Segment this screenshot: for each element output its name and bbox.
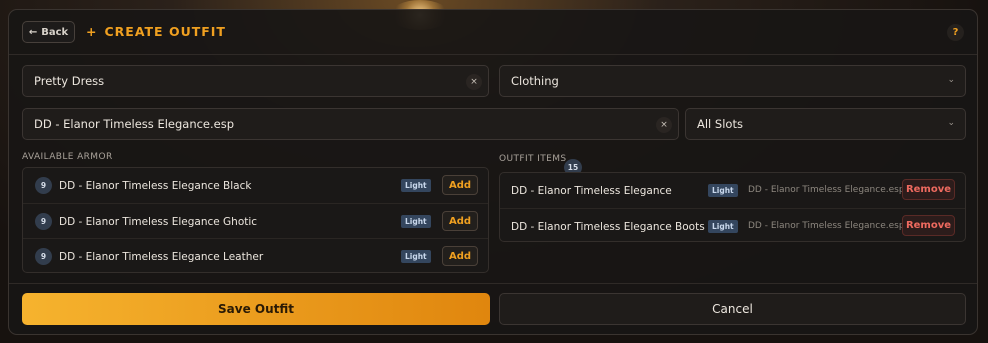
back-button-label: Back bbox=[41, 26, 69, 38]
armor-type-tag: Light bbox=[401, 215, 431, 228]
item-badge: 9 bbox=[35, 213, 52, 230]
arrow-left-icon: ← bbox=[28, 26, 38, 38]
plus-icon: + bbox=[86, 24, 98, 39]
list-item: DD - Elanor Timeless Elegance Light DD -… bbox=[500, 173, 965, 208]
item-name: DD - Elanor Timeless Elegance bbox=[511, 184, 672, 197]
item-source: DD - Elanor Timeless Elegance.esp bbox=[748, 221, 905, 231]
help-button[interactable]: ? bbox=[947, 24, 964, 41]
add-button[interactable]: Add bbox=[442, 175, 478, 195]
category-select[interactable]: Clothing ⌄ bbox=[499, 65, 966, 97]
footer-divider bbox=[9, 283, 977, 284]
outfit-items-list: DD - Elanor Timeless Elegance Light DD -… bbox=[499, 172, 966, 242]
list-item: DD - Elanor Timeless Elegance Boots Ligh… bbox=[500, 208, 965, 244]
armor-type-tag: Light bbox=[401, 250, 431, 263]
armor-type-tag: Light bbox=[401, 179, 431, 192]
chevron-down-icon: ⌄ bbox=[947, 75, 955, 85]
outfit-name-field[interactable]: Pretty Dress × bbox=[22, 65, 489, 97]
item-name: DD - Elanor Timeless Elegance Leather bbox=[59, 250, 264, 263]
dialog-title-text: CREATE OUTFIT bbox=[104, 24, 226, 39]
dialog-header: ← Back + CREATE OUTFIT ? bbox=[9, 10, 977, 55]
outfit-items-label: OUTFIT ITEMS bbox=[499, 154, 567, 164]
armor-type-tag: Light bbox=[708, 184, 738, 197]
chevron-down-icon: ⌄ bbox=[947, 118, 955, 128]
back-button[interactable]: ← Back bbox=[22, 21, 75, 43]
remove-button[interactable]: Remove bbox=[902, 179, 955, 200]
item-name: DD - Elanor Timeless Elegance Black bbox=[59, 179, 252, 192]
add-button[interactable]: Add bbox=[442, 246, 478, 266]
plugin-filter-field[interactable]: DD - Elanor Timeless Elegance.esp × bbox=[22, 108, 679, 140]
list-item: 9 DD - Elanor Timeless Elegance Black Li… bbox=[23, 168, 488, 203]
item-source: DD - Elanor Timeless Elegance.esp bbox=[748, 185, 905, 195]
list-item: 9 DD - Elanor Timeless Elegance Ghotic L… bbox=[23, 203, 488, 239]
item-badge: 9 bbox=[35, 177, 52, 194]
available-armor-label: AVAILABLE ARMOR bbox=[22, 152, 113, 162]
list-item: 9 DD - Elanor Timeless Elegance Leather … bbox=[23, 238, 488, 274]
dialog-title: + CREATE OUTFIT bbox=[86, 24, 226, 39]
save-outfit-button[interactable]: Save Outfit bbox=[22, 293, 490, 325]
outfit-name-value: Pretty Dress bbox=[34, 74, 105, 88]
item-badge: 9 bbox=[35, 248, 52, 265]
slot-filter-select[interactable]: All Slots ⌄ bbox=[685, 108, 966, 140]
create-outfit-dialog: ← Back + CREATE OUTFIT ? Pretty Dress × … bbox=[8, 9, 978, 335]
category-value: Clothing bbox=[511, 74, 559, 88]
plugin-filter-value: DD - Elanor Timeless Elegance.esp bbox=[34, 117, 235, 131]
item-name: DD - Elanor Timeless Elegance Ghotic bbox=[59, 215, 258, 228]
remove-button[interactable]: Remove bbox=[902, 215, 955, 236]
clear-plugin-icon[interactable]: × bbox=[656, 117, 672, 133]
clear-name-icon[interactable]: × bbox=[466, 74, 482, 90]
slot-filter-value: All Slots bbox=[697, 117, 743, 131]
armor-type-tag: Light bbox=[708, 220, 738, 233]
cancel-button[interactable]: Cancel bbox=[499, 293, 966, 325]
item-name: DD - Elanor Timeless Elegance Boots bbox=[511, 220, 705, 233]
add-button[interactable]: Add bbox=[442, 211, 478, 231]
available-armor-list: 9 DD - Elanor Timeless Elegance Black Li… bbox=[22, 167, 489, 273]
